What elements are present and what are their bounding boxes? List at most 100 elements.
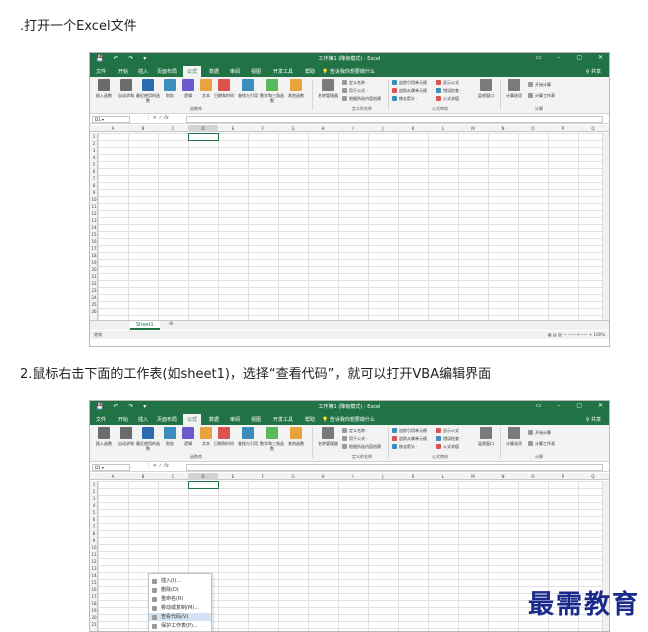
row-header-10[interactable]: 10 [90, 196, 98, 203]
tab-4[interactable]: 公式 [183, 414, 202, 425]
row-header-1[interactable]: 1 [90, 481, 98, 488]
column-header-D[interactable]: D [188, 473, 218, 480]
row-header-26[interactable]: 26 [90, 308, 98, 315]
auditing-1[interactable]: 追踪从属单元格 [392, 88, 427, 94]
ribbon-button-0[interactable]: 插入函数 [92, 79, 116, 98]
ribbon-button-8[interactable]: 数学和三角函数 [260, 79, 284, 103]
calc-0[interactable]: 开始计算 [528, 430, 551, 436]
column-header-I[interactable]: I [338, 125, 368, 132]
calc-1[interactable]: 计算工作表 [528, 441, 555, 447]
row-header-18[interactable]: 18 [90, 252, 98, 259]
auditing-2[interactable]: 移去箭头 · [392, 96, 418, 102]
context-menu-item-5[interactable]: 保护工作表(P)... [149, 622, 211, 630]
row-header-20[interactable]: 20 [90, 266, 98, 273]
auditing-0[interactable]: 追踪引用单元格 [392, 428, 427, 434]
zoom-level[interactable]: ▦ ▤ ▥ — ——+—— + 100% [548, 332, 605, 337]
row-header-19[interactable]: 19 [90, 607, 98, 614]
column-header-Q[interactable]: Q [578, 473, 608, 480]
column-header-P[interactable]: P [548, 125, 578, 132]
row-header-6[interactable]: 6 [90, 516, 98, 523]
column-header-Q[interactable]: Q [578, 125, 608, 132]
tab-0[interactable]: 文件 [96, 68, 106, 75]
column-header-N[interactable]: N [488, 125, 518, 132]
tab-6[interactable]: 审阅 [230, 68, 240, 75]
column-header-O[interactable]: O [518, 125, 548, 132]
column-header-E[interactable]: E [218, 125, 248, 132]
auditing-3[interactable]: 显示公式 [436, 80, 459, 86]
tab-7[interactable]: 视图 [251, 68, 261, 75]
row-header-25[interactable]: 25 [90, 301, 98, 308]
ribbon-button-6[interactable]: 日期和时间 [212, 427, 236, 446]
calc-0[interactable]: 开始计算 [528, 82, 551, 88]
column-header-I[interactable]: I [338, 473, 368, 480]
row-header-3[interactable]: 3 [90, 147, 98, 154]
row-header-13[interactable]: 13 [90, 565, 98, 572]
ribbon-button-6[interactable]: 日期和时间 [212, 79, 236, 98]
row-header-17[interactable]: 17 [90, 245, 98, 252]
row-header-8[interactable]: 8 [90, 182, 98, 189]
row-header-11[interactable]: 11 [90, 203, 98, 210]
row-header-13[interactable]: 13 [90, 217, 98, 224]
ribbon-button-0[interactable]: 插入函数 [92, 427, 116, 446]
row-header-2[interactable]: 2 [90, 488, 98, 495]
row-header-11[interactable]: 11 [90, 551, 98, 558]
row-header-20[interactable]: 20 [90, 614, 98, 621]
column-header-L[interactable]: L [428, 473, 458, 480]
calc-options-button[interactable]: 计算选项 [502, 79, 526, 98]
tell-me-search[interactable]: 💡 告诉我你想要做什么 [322, 68, 375, 75]
column-header-M[interactable]: M [458, 473, 488, 480]
row-header-22[interactable]: 22 [90, 280, 98, 287]
auditing-1[interactable]: 追踪从属单元格 [392, 436, 427, 442]
column-header-J[interactable]: J [368, 125, 398, 132]
row-header-18[interactable]: 18 [90, 600, 98, 607]
ribbon-button-2[interactable]: 最近使用的函数 [136, 79, 160, 103]
tab-0[interactable]: 文件 [96, 416, 106, 423]
tab-2[interactable]: 插入 [138, 416, 148, 423]
row-header-6[interactable]: 6 [90, 168, 98, 175]
calc-1[interactable]: 计算工作表 [528, 93, 555, 99]
column-header-O[interactable]: O [518, 473, 548, 480]
tab-4[interactable]: 公式 [183, 66, 202, 77]
row-header-8[interactable]: 8 [90, 530, 98, 537]
tab-9[interactable]: 帮助 [305, 416, 315, 423]
defined-name-2[interactable]: 根据所选内容创建 [342, 444, 381, 450]
row-header-7[interactable]: 7 [90, 175, 98, 182]
row-header-4[interactable]: 4 [90, 502, 98, 509]
auditing-0[interactable]: 追踪引用单元格 [392, 80, 427, 86]
window-controls[interactable]: ▭ – ▢ ✕ [536, 402, 603, 409]
share-button[interactable]: ♀ 共享 [586, 416, 601, 423]
column-header-K[interactable]: K [398, 473, 428, 480]
column-header-G[interactable]: G [278, 473, 308, 480]
column-header-F[interactable]: F [248, 125, 278, 132]
column-header-J[interactable]: J [368, 473, 398, 480]
tab-5[interactable]: 数据 [209, 416, 219, 423]
ribbon-button-8[interactable]: 数学和三角函数 [260, 427, 284, 451]
tab-2[interactable]: 插入 [138, 68, 148, 75]
row-header-2[interactable]: 2 [90, 140, 98, 147]
column-header-B[interactable]: B [128, 473, 158, 480]
auditing-4[interactable]: 错误检查 · [436, 88, 462, 94]
column-header-A[interactable]: A [98, 125, 128, 132]
row-header-10[interactable]: 10 [90, 544, 98, 551]
ribbon-button-10[interactable]: 名称管理器 [316, 427, 340, 446]
tab-1[interactable]: 开始 [118, 68, 128, 75]
column-header-H[interactable]: H [308, 473, 338, 480]
tab-9[interactable]: 帮助 [305, 68, 315, 75]
row-header-23[interactable]: 23 [90, 287, 98, 294]
row-header-15[interactable]: 15 [90, 231, 98, 238]
column-header-M[interactable]: M [458, 125, 488, 132]
row-header-24[interactable]: 24 [90, 294, 98, 301]
column-header-P[interactable]: P [548, 473, 578, 480]
name-box[interactable]: D1 ▾ [92, 464, 130, 471]
ribbon-button-1[interactable]: 自动求和 [114, 427, 138, 446]
context-menu-item-2[interactable]: 重命名(R) [149, 595, 211, 603]
column-header-D[interactable]: D [188, 125, 218, 132]
defined-name-2[interactable]: 根据所选内容创建 [342, 96, 381, 102]
column-header-B[interactable]: B [128, 125, 158, 132]
ribbon-button-7[interactable]: 查找与引用 [236, 79, 260, 98]
tab-8[interactable]: 开发工具 [273, 416, 293, 423]
row-header-14[interactable]: 14 [90, 224, 98, 231]
tab-3[interactable]: 页面布局 [157, 68, 177, 75]
row-header-3[interactable]: 3 [90, 495, 98, 502]
tab-8[interactable]: 开发工具 [273, 68, 293, 75]
